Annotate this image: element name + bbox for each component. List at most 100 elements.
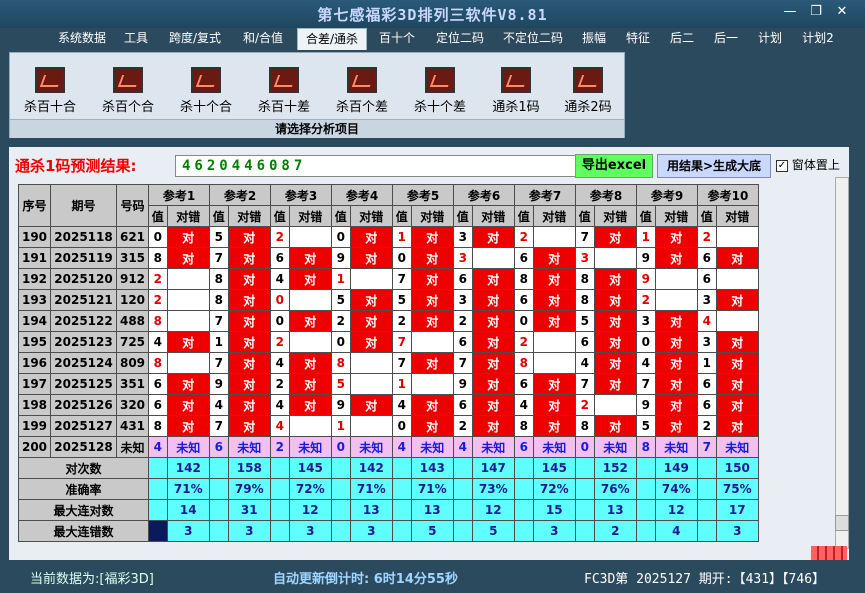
chart-icon (573, 67, 603, 93)
stay-on-top-checkbox[interactable]: ✓ 窗体置上 (776, 156, 840, 173)
row-value: 2 (697, 415, 717, 437)
menu-tools[interactable]: 工具 (118, 28, 154, 49)
row-value: 5 (331, 373, 351, 395)
stats-value: 158 (227, 457, 272, 479)
menu-sum[interactable]: 和/合值 (236, 28, 290, 49)
menu-position-2[interactable]: 定位二码 (428, 28, 492, 49)
row-code: 621 (116, 226, 149, 248)
stats-value: 3 (715, 520, 760, 542)
row-result: 对 (288, 310, 333, 332)
stats-spacer (697, 499, 717, 521)
stats-spacer (453, 457, 473, 479)
row-value: 6 (209, 436, 229, 458)
row-result (349, 268, 394, 290)
row-value: 9 (636, 268, 656, 290)
tool-sha-baishi-he[interactable]: 杀百十合 (12, 67, 88, 115)
status-current-data: 当前数据为:[福彩3D] (30, 572, 154, 587)
menu-system-data[interactable]: 系统数据 (50, 28, 114, 49)
minimize-icon[interactable]: — (777, 4, 803, 19)
row-result: 对 (410, 289, 455, 311)
table-row: 194 2025122 488 8 7 对 0 对 2 对 2 对 2 对 0 对 5 对 3 对 4 (18, 310, 760, 332)
row-result: 对 (715, 394, 760, 416)
header-ref: 参考3 (270, 184, 332, 206)
scroll-down-arrow-icon[interactable] (835, 515, 849, 531)
status-countdown: 自动更新倒计时: 6时14分55秒 (273, 572, 458, 587)
row-result: 对 (410, 394, 455, 416)
tool-tongsha-2[interactable]: 通杀2码 (550, 67, 626, 115)
menu-non-position-2[interactable]: 不定位二码 (498, 28, 568, 49)
row-result: 对 (532, 373, 577, 395)
row-value: 8 (209, 268, 229, 290)
row-seq: 200 (18, 436, 51, 458)
row-value: 2 (270, 436, 290, 458)
row-value: 6 (514, 436, 534, 458)
stats-value: 71% (349, 478, 394, 500)
table-row: 193 2025121 120 2 8 对 0 5 对 5 对 3 对 6 对 8 对 2 3 对 (18, 289, 760, 311)
row-value: 0 (514, 310, 534, 332)
menu-plan2[interactable]: 计划2 (796, 28, 840, 49)
row-result: 对 (593, 352, 638, 374)
stats-row: 最大连错数 3 3 3 3 5 5 3 2 4 3 (18, 520, 760, 542)
stats-value: 2 (593, 520, 638, 542)
menu-last2[interactable]: 后二 (664, 28, 700, 49)
stats-spacer (575, 457, 595, 479)
row-value: 3 (453, 289, 473, 311)
menu-last1[interactable]: 后一 (708, 28, 744, 49)
stats-spacer (331, 520, 351, 542)
header-result: 对错 (654, 205, 699, 227)
close-icon[interactable]: ✕ (829, 4, 855, 19)
row-value: 4 (270, 268, 290, 290)
row-period: 2025126 (50, 394, 117, 416)
row-result: 对 (715, 415, 760, 437)
header-ref: 参考5 (392, 184, 454, 206)
row-seq: 193 (18, 289, 51, 311)
stats-value: 73% (471, 478, 516, 500)
menu-baishige[interactable]: 百十个 (372, 28, 422, 49)
tool-sha-shige-cha[interactable]: 杀十个差 (402, 67, 478, 115)
menu-span[interactable]: 跨度/复式 (162, 28, 228, 49)
stats-value: 147 (471, 457, 516, 479)
row-value: 3 (697, 289, 717, 311)
window-controls: — ❐ ✕ (777, 4, 855, 19)
menu-feature[interactable]: 特征 (620, 28, 656, 49)
menu-hecha-tongsha[interactable]: 合差/通杀 (297, 28, 367, 50)
tool-sha-baige-he[interactable]: 杀百个合 (90, 67, 166, 115)
row-result: 对 (410, 268, 455, 290)
tool-sha-baige-cha[interactable]: 杀百个差 (324, 67, 400, 115)
prediction-value[interactable]: 4620446087 (175, 155, 588, 177)
row-result: 对 (349, 394, 394, 416)
row-code: 725 (116, 331, 149, 353)
stats-value: 12 (471, 499, 516, 521)
row-period: 2025124 (50, 352, 117, 374)
generate-base-button[interactable]: 用结果>生成大底 (657, 154, 771, 178)
restore-icon[interactable]: ❐ (803, 4, 829, 19)
export-excel-button[interactable]: 导出excel (575, 154, 653, 178)
stats-spacer (575, 478, 595, 500)
row-result: 对 (349, 226, 394, 248)
menu-plan[interactable]: 计划 (752, 28, 788, 49)
row-result: 对 (410, 226, 455, 248)
tool-sha-baishi-cha[interactable]: 杀百十差 (246, 67, 322, 115)
row-result: 对 (227, 268, 272, 290)
header-ref: 参考10 (697, 184, 759, 206)
header-result: 对错 (166, 205, 211, 227)
tool-sha-shige-he[interactable]: 杀十个合 (168, 67, 244, 115)
stats-spacer (148, 478, 168, 500)
row-value: 7 (392, 268, 412, 290)
header-ref: 参考8 (575, 184, 637, 206)
header-ref: 参考1 (148, 184, 210, 206)
row-result: 对 (166, 373, 211, 395)
row-value: 4 (270, 352, 290, 374)
row-value: 8 (514, 415, 534, 437)
stats-value: 3 (227, 520, 272, 542)
stats-value: 149 (654, 457, 699, 479)
stats-value: 4 (654, 520, 699, 542)
vertical-scrollbar[interactable] (835, 177, 849, 549)
stats-value: 14 (166, 499, 211, 521)
stats-value: 5 (471, 520, 516, 542)
checkbox-icon[interactable]: ✓ (776, 159, 788, 172)
title-bar: 第七感福彩3D排列三软件V8.81 — ❐ ✕ (0, 0, 865, 28)
menu-amplitude[interactable]: 振幅 (576, 28, 612, 49)
tool-tongsha-1[interactable]: 通杀1码 (478, 67, 554, 115)
row-value: 8 (575, 415, 595, 437)
